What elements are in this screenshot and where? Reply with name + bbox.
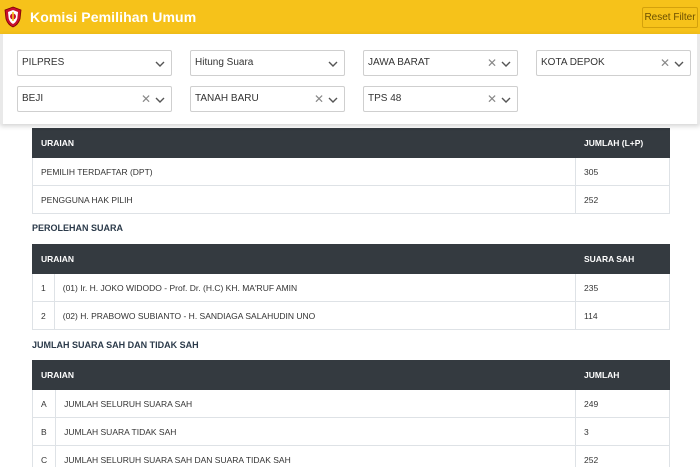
table-header-row: URAIAN SUARA SAH bbox=[32, 244, 670, 274]
chevron-down-icon bbox=[674, 61, 684, 67]
chevron-down-icon bbox=[328, 97, 338, 103]
clear-icon[interactable]: ✕ bbox=[487, 92, 497, 106]
table-row: PEMILIH TERDAFTAR (DPT) 305 bbox=[32, 157, 670, 186]
row-value: 249 bbox=[575, 389, 670, 418]
row-value: 114 bbox=[575, 301, 670, 330]
table-row: 1 (01) Ir. H. JOKO WIDODO - Prof. Dr. (H… bbox=[32, 273, 670, 302]
kpu-logo-icon bbox=[4, 6, 22, 28]
village-select[interactable]: TANAH BARU ✕ bbox=[190, 86, 345, 112]
tps-select[interactable]: TPS 48 ✕ bbox=[363, 86, 518, 112]
chevron-down-icon bbox=[155, 97, 165, 103]
row-number: A bbox=[31, 389, 57, 418]
row-value: 252 bbox=[575, 185, 670, 214]
app-title: Komisi Pemilihan Umum bbox=[30, 9, 197, 25]
district-select-value: BEJI bbox=[22, 93, 44, 104]
village-select-value: TANAH BARU bbox=[195, 93, 259, 104]
election-select-value: PILPRES bbox=[22, 57, 65, 68]
column-header: URAIAN bbox=[32, 360, 576, 390]
chevron-down-icon bbox=[328, 61, 338, 67]
clear-icon[interactable]: ✕ bbox=[660, 56, 670, 70]
row-number: C bbox=[31, 445, 57, 467]
table-row: A JUMLAH SELURUH SUARA SAH 249 bbox=[31, 389, 670, 418]
column-header: SUARA SAH bbox=[575, 244, 670, 274]
filter-panel: PILPRES Hitung Suara JAWA BARAT ✕ KOTA D… bbox=[0, 34, 700, 124]
table-header-row: URAIAN JUMLAH (L+P) bbox=[32, 128, 670, 158]
row-label: JUMLAH SUARA TIDAK SAH bbox=[55, 417, 576, 446]
column-header: URAIAN bbox=[32, 128, 576, 158]
totals-section-title: JUMLAH SUARA SAH DAN TIDAK SAH bbox=[32, 340, 199, 350]
column-header: JUMLAH bbox=[575, 360, 670, 390]
province-select-value: JAWA BARAT bbox=[368, 57, 430, 68]
row-value: 235 bbox=[575, 273, 670, 302]
row-value: 3 bbox=[575, 417, 670, 446]
row-value: 252 bbox=[575, 445, 670, 467]
chevron-down-icon bbox=[155, 61, 165, 67]
table-row: C JUMLAH SELURUH SUARA SAH DAN SUARA TID… bbox=[31, 445, 670, 467]
column-header: JUMLAH (L+P) bbox=[575, 128, 670, 158]
app-header: Komisi Pemilihan Umum Reset Filter bbox=[0, 0, 700, 34]
city-select[interactable]: KOTA DEPOK ✕ bbox=[536, 50, 691, 76]
table-header-row: URAIAN JUMLAH bbox=[32, 360, 670, 390]
row-label: PEMILIH TERDAFTAR (DPT) bbox=[32, 157, 576, 186]
row-label: (01) Ir. H. JOKO WIDODO - Prof. Dr. (H.C… bbox=[53, 273, 577, 302]
table-row: B JUMLAH SUARA TIDAK SAH 3 bbox=[31, 417, 670, 446]
tps-select-value: TPS 48 bbox=[368, 93, 402, 104]
row-label: JUMLAH SELURUH SUARA SAH bbox=[55, 389, 576, 418]
totals-table: URAIAN JUMLAH A JUMLAH SELURUH SUARA SAH… bbox=[31, 360, 670, 467]
row-label: (02) H. PRABOWO SUBIANTO - H. SANDIAGA S… bbox=[53, 301, 577, 330]
province-select[interactable]: JAWA BARAT ✕ bbox=[363, 50, 518, 76]
row-number: 1 bbox=[32, 273, 55, 302]
clear-icon[interactable]: ✕ bbox=[314, 92, 324, 106]
clear-icon[interactable]: ✕ bbox=[487, 56, 497, 70]
row-number: 2 bbox=[32, 301, 55, 330]
district-select[interactable]: BEJI ✕ bbox=[17, 86, 172, 112]
votes-table: URAIAN SUARA SAH 1 (01) Ir. H. JOKO WIDO… bbox=[32, 244, 670, 330]
chevron-down-icon bbox=[501, 61, 511, 67]
mode-select[interactable]: Hitung Suara bbox=[190, 50, 345, 76]
clear-icon[interactable]: ✕ bbox=[141, 92, 151, 106]
city-select-value: KOTA DEPOK bbox=[541, 57, 605, 68]
row-number: B bbox=[31, 417, 57, 446]
reset-filter-button[interactable]: Reset Filter bbox=[642, 7, 698, 28]
row-label: PENGGUNA HAK PILIH bbox=[32, 185, 576, 214]
mode-select-value: Hitung Suara bbox=[195, 57, 254, 68]
election-select[interactable]: PILPRES bbox=[17, 50, 172, 76]
table-row: 2 (02) H. PRABOWO SUBIANTO - H. SANDIAGA… bbox=[32, 301, 670, 330]
votes-section-title: PEROLEHAN SUARA bbox=[32, 223, 124, 233]
voters-table: URAIAN JUMLAH (L+P) PEMILIH TERDAFTAR (D… bbox=[32, 128, 670, 214]
row-label: JUMLAH SELURUH SUARA SAH DAN SUARA TIDAK… bbox=[55, 445, 576, 467]
chevron-down-icon bbox=[501, 97, 511, 103]
column-header: URAIAN bbox=[32, 244, 576, 274]
row-value: 305 bbox=[575, 157, 670, 186]
table-row: PENGGUNA HAK PILIH 252 bbox=[32, 185, 670, 214]
